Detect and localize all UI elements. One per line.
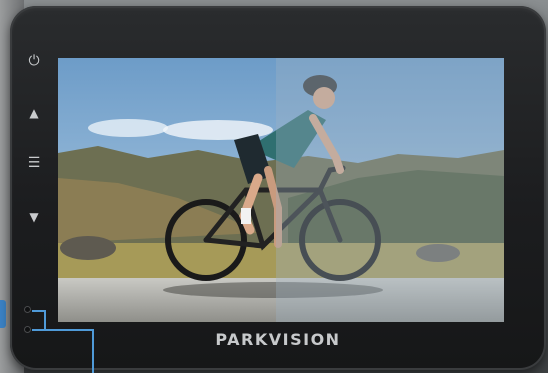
down-arrow-icon: ▼: [29, 210, 39, 224]
night-mode-overlay: [276, 58, 504, 322]
down-button[interactable]: ▼: [23, 206, 45, 228]
brand-label: PARKVISION: [215, 330, 341, 349]
up-arrow-icon: ▲: [29, 106, 39, 120]
menu-button[interactable]: ☰: [23, 152, 45, 174]
cloud: [88, 119, 168, 137]
camera-image: [58, 58, 504, 322]
rocks: [60, 236, 116, 260]
power-icon: ⏻: [28, 53, 40, 69]
bracket-tab: [0, 300, 6, 328]
menu-list-icon: ☰: [27, 155, 41, 171]
up-button[interactable]: ▲: [23, 102, 45, 124]
monitor-device: ⏻ ▲ ☰ ▼ PARKVISION: [10, 6, 546, 373]
display-screen: [58, 58, 504, 322]
callout-line: [44, 310, 46, 330]
power-button[interactable]: ⏻: [23, 50, 45, 72]
cyclist-sock: [241, 208, 251, 224]
led-indicator-top: [24, 306, 31, 313]
